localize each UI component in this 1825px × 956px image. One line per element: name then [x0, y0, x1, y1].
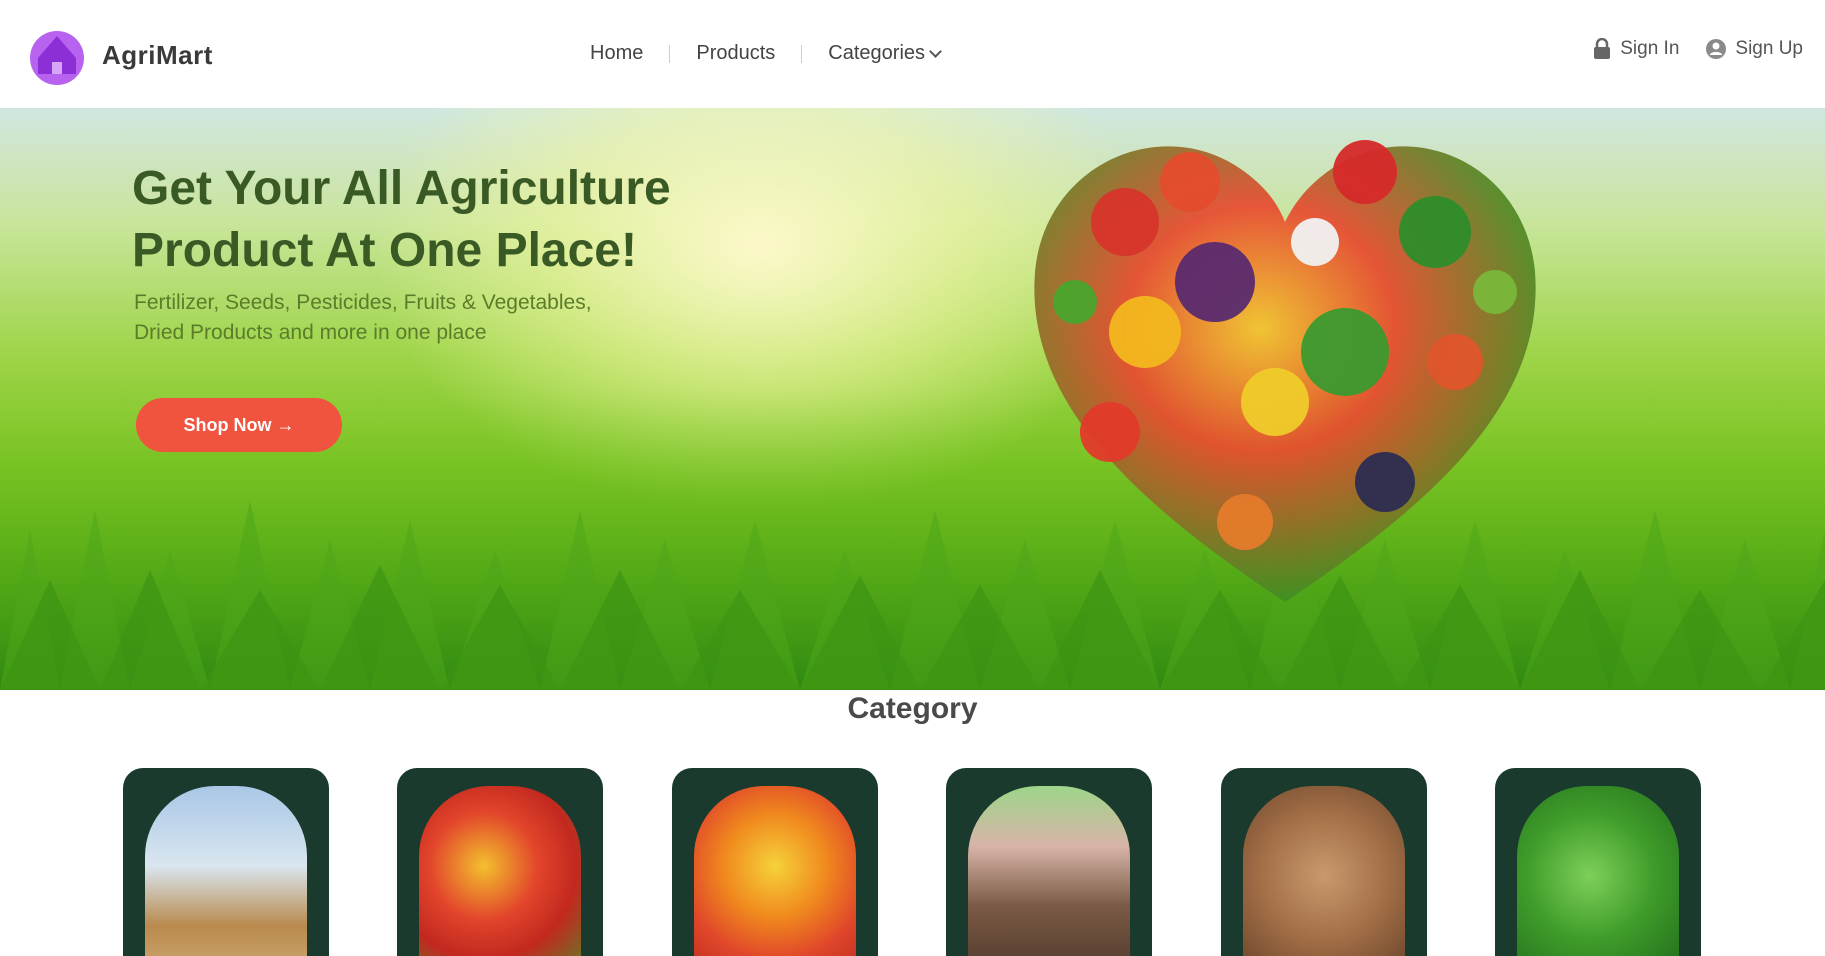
lock-icon [1594, 38, 1611, 59]
category-card-vegetables[interactable] [397, 768, 603, 956]
hero-subtitle-line2: Dried Products and more in one place [134, 321, 487, 344]
brand-logo[interactable]: AgriMart [24, 22, 213, 88]
hero-title: Get Your All Agriculture Product At One … [132, 158, 772, 282]
category-card-seeds[interactable] [946, 768, 1152, 956]
fertilizers-image [1517, 786, 1679, 956]
nav-products-label: Products [696, 42, 776, 64]
brand-logo-icon [24, 22, 90, 88]
signin-link[interactable]: Sign In [1592, 38, 1679, 60]
shop-now-button[interactable]: Shop Now → [136, 398, 342, 452]
dried-products-image [1243, 786, 1405, 956]
hero-subtitle-line1: Fertilizer, Seeds, Pesticides, Fruits & … [134, 291, 592, 314]
nav-categories-label: Categories [828, 42, 926, 64]
fruits-image [694, 786, 856, 956]
brand-name: AgriMart [102, 39, 213, 70]
category-heading: Category [847, 692, 978, 725]
nav-home[interactable]: Home [590, 42, 643, 65]
hero-title-line1: Get Your All Agriculture [132, 162, 671, 215]
category-card-fruits[interactable] [672, 768, 878, 956]
nav-categories[interactable]: Categories [828, 42, 942, 65]
seeds-image [968, 786, 1130, 956]
chevron-down-icon [929, 44, 942, 58]
nav-divider [801, 44, 803, 63]
category-card-fertilizers[interactable] [1495, 768, 1701, 956]
hero-subtitle: Fertilizer, Seeds, Pesticides, Fruits & … [134, 288, 634, 348]
account-links: Sign In Sign Up [1592, 38, 1803, 60]
category-card-dried-products[interactable] [1221, 768, 1427, 956]
category-list [123, 768, 1703, 956]
vegetables-image [419, 786, 581, 956]
site-header: AgriMart Home Products Categories Sign I… [0, 0, 1825, 110]
nav-products[interactable]: Products [696, 42, 775, 65]
hero-banner: Get Your All Agriculture Product At One … [0, 108, 1825, 690]
user-icon [1706, 39, 1727, 59]
nav-divider [669, 44, 671, 63]
nav-home-label: Home [590, 42, 644, 64]
vegetable-heart-image [1034, 140, 1536, 602]
category-card-farm-equipment[interactable] [123, 768, 329, 956]
hero-title-line2: Product At One Place! [132, 224, 637, 277]
signup-label: Sign Up [1735, 38, 1803, 59]
main-nav: Home Products Categories [590, 42, 942, 65]
signup-link[interactable]: Sign Up [1705, 38, 1803, 60]
farm-equipment-image [145, 786, 307, 956]
signin-label: Sign In [1620, 38, 1680, 59]
